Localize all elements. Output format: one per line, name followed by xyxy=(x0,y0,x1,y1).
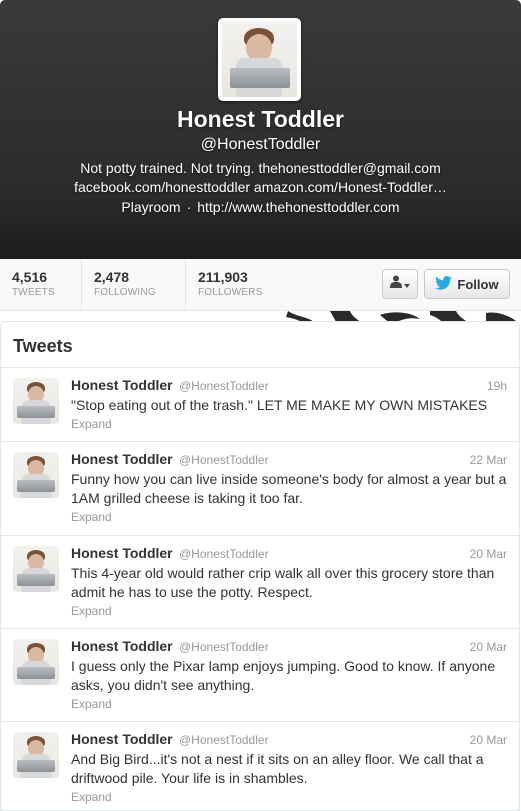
tweet-item[interactable]: Honest Toddler @HonestToddler 22 Mar Fun… xyxy=(1,442,519,536)
stat-value: 2,478 xyxy=(94,269,130,285)
tweet-item[interactable]: Honest Toddler @HonestToddler 20 Mar I g… xyxy=(1,629,519,722)
tweet-author-name[interactable]: Honest Toddler xyxy=(71,731,173,747)
stat-value: 4,516 xyxy=(12,269,48,285)
divider xyxy=(185,259,186,311)
toddler-photo xyxy=(222,22,297,97)
tweet-item[interactable]: Honest Toddler @HonestToddler 20 Mar Thi… xyxy=(1,536,519,629)
bio-line[interactable]: facebook.com/honesttoddler amazon.com/Ho… xyxy=(0,178,521,197)
tweet-avatar[interactable] xyxy=(13,732,59,778)
tweet-expand-link[interactable]: Expand xyxy=(71,697,112,711)
follow-button[interactable]: Follow xyxy=(424,269,510,299)
profile-name: Honest Toddler xyxy=(177,106,344,132)
tweet-timestamp[interactable]: 22 Mar xyxy=(470,453,507,467)
stat-tweets[interactable]: 4,516 TWEETS xyxy=(12,269,55,298)
user-actions-button[interactable] xyxy=(382,269,418,299)
caret-down-icon xyxy=(404,275,410,293)
tweet-expand-link[interactable]: Expand xyxy=(71,604,112,618)
location-url-line: Playroom · http://www.thehonesttoddler.com xyxy=(0,199,521,215)
person-icon xyxy=(390,275,402,293)
separator: · xyxy=(186,199,192,215)
stat-value: 211,903 xyxy=(198,269,248,285)
tweet-timestamp[interactable]: 20 Mar xyxy=(470,640,507,654)
tweets-timeline: Tweets Honest Toddler @HonestToddler 19h… xyxy=(0,321,520,811)
divider xyxy=(81,259,82,311)
tweet-author-name[interactable]: Honest Toddler xyxy=(71,638,173,654)
tweet-avatar[interactable] xyxy=(13,452,59,498)
profile-bio: Not potty trained. Not trying. thehonest… xyxy=(0,159,521,197)
tweets-heading: Tweets xyxy=(13,336,73,356)
tweet-author-handle[interactable]: @HonestToddler xyxy=(179,547,269,561)
tweet-text: Funny how you can live inside someone's … xyxy=(71,471,507,506)
tweet-avatar[interactable] xyxy=(13,378,59,424)
tweet-expand-link[interactable]: Expand xyxy=(71,510,112,524)
tweet-author-handle[interactable]: @HonestToddler xyxy=(179,733,269,747)
tweet-avatar[interactable] xyxy=(13,639,59,685)
tweet-item[interactable]: Honest Toddler @HonestToddler 20 Mar And… xyxy=(1,722,519,811)
bio-line: Not potty trained. Not trying. thehonest… xyxy=(80,160,441,176)
stat-followers[interactable]: 211,903 FOLLOWERS xyxy=(198,269,263,298)
stat-label: FOLLOWING xyxy=(94,287,156,298)
tweet-author-handle[interactable]: @HonestToddler xyxy=(179,453,269,467)
tweet-avatar[interactable] xyxy=(13,546,59,592)
tweet-author-name[interactable]: Honest Toddler xyxy=(71,451,173,467)
tweet-author-name[interactable]: Honest Toddler xyxy=(71,545,173,561)
tweet-text: I guess only the Pixar lamp enjoys jumpi… xyxy=(71,658,496,693)
profile-avatar[interactable] xyxy=(218,18,301,101)
tweet-expand-link[interactable]: Expand xyxy=(71,417,112,431)
profile-location: Playroom xyxy=(121,199,181,215)
stat-label: FOLLOWERS xyxy=(198,287,263,298)
tweet-timestamp[interactable]: 19h xyxy=(487,379,507,393)
tweet-expand-link[interactable]: Expand xyxy=(71,790,112,804)
profile-url-link[interactable]: http://www.thehonesttoddler.com xyxy=(197,199,399,215)
profile-handle: @HonestToddler xyxy=(200,136,321,153)
stat-following[interactable]: 2,478 FOLLOWING xyxy=(94,269,156,298)
tweet-timestamp[interactable]: 20 Mar xyxy=(470,547,507,561)
tweet-author-name[interactable]: Honest Toddler xyxy=(71,377,173,393)
tweet-item[interactable]: Honest Toddler @HonestToddler 19h "Stop … xyxy=(1,368,519,442)
follow-label: Follow xyxy=(457,276,499,292)
tweet-text: And Big Bird...it's not a nest if it sit… xyxy=(71,751,484,786)
tweet-text: "Stop eating out of the trash." LET ME M… xyxy=(71,397,488,413)
tweet-text: This 4-year old would rather crip walk a… xyxy=(71,565,495,600)
profile-header: Honest Toddler @HonestToddler Not potty … xyxy=(0,0,521,259)
tweet-author-handle[interactable]: @HonestToddler xyxy=(179,379,269,393)
bird-icon xyxy=(435,275,453,293)
tweet-timestamp[interactable]: 20 Mar xyxy=(470,733,507,747)
tweet-author-handle[interactable]: @HonestToddler xyxy=(179,640,269,654)
stat-label: TWEETS xyxy=(12,287,55,298)
